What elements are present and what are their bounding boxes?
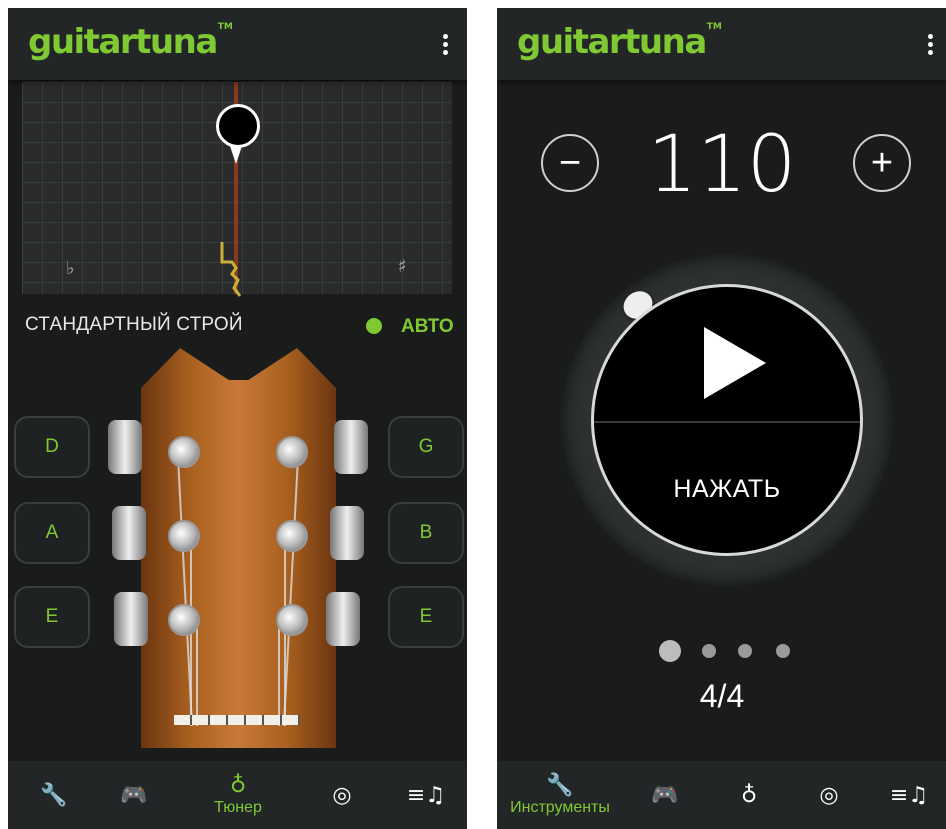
app-bar: guitartunaTM xyxy=(497,8,946,80)
string-button-a[interactable]: A xyxy=(14,502,90,564)
bpm-value: 110 xyxy=(647,120,797,210)
tuner-pin-icon: ♁ xyxy=(740,783,758,808)
nav-songs[interactable]: ≡♫ xyxy=(879,761,939,829)
auto-toggle[interactable]: АВТО xyxy=(401,316,454,338)
sharp-symbol: ♯ xyxy=(398,256,407,277)
nav-tuner[interactable]: ♁ Тюнер xyxy=(194,761,282,829)
tuning-peg xyxy=(276,604,308,636)
string xyxy=(278,628,280,726)
string-button-e-low[interactable]: E xyxy=(14,586,90,648)
tuning-key xyxy=(326,592,360,646)
bottom-nav: 🔧 Инструменты 🎮 ♁ ◎ ≡♫ xyxy=(497,761,946,829)
auto-indicator-icon xyxy=(366,318,382,334)
nav-tools[interactable]: 🔧 xyxy=(24,761,84,829)
divider xyxy=(594,421,860,423)
tuning-row: СТАНДАРТНЫЙ СТРОЙ АВТО xyxy=(8,296,467,344)
string-button-e-high[interactable]: E xyxy=(388,586,464,648)
string-button-g[interactable]: G xyxy=(388,416,464,478)
nav-tools[interactable]: 🔧 Инструменты xyxy=(501,761,619,829)
string xyxy=(196,628,198,726)
wrench-icon: 🔧 xyxy=(40,783,68,808)
guitar-nut xyxy=(174,715,300,725)
tuner-pin-icon: ♁ xyxy=(229,773,247,798)
beat-indicator xyxy=(738,644,752,658)
nav-songs[interactable]: ≡♫ xyxy=(396,761,456,829)
tuning-peg xyxy=(168,436,200,468)
gamepad-icon: 🎮 xyxy=(651,783,679,808)
beat-indicator-active xyxy=(659,640,681,662)
tuning-name[interactable]: СТАНДАРТНЫЙ СТРОЙ xyxy=(25,314,243,336)
tuning-key xyxy=(108,420,142,474)
metronome-screen: guitartunaTM − 110 + НАЖАТЬ 4/4 🔧 Инстру… xyxy=(497,8,946,829)
tuning-peg xyxy=(276,520,308,552)
app-logo: guitartunaTM xyxy=(28,22,233,62)
nav-games[interactable]: 🎮 xyxy=(635,761,695,829)
tap-tempo-button[interactable]: НАЖАТЬ xyxy=(594,475,860,504)
metronome-control: НАЖАТЬ xyxy=(591,284,863,556)
song-list-icon: ≡♫ xyxy=(406,783,446,808)
nav-games[interactable]: 🎮 xyxy=(104,761,164,829)
beat-indicator xyxy=(776,644,790,658)
tuning-peg xyxy=(276,436,308,468)
nav-tuner[interactable]: ♁ xyxy=(719,761,779,829)
fingerprint-icon: ◎ xyxy=(819,783,839,808)
tuner-screen: guitartunaTM ♭ ♯ СТАНДАРТНЫЙ СТРОЙ АВТО … xyxy=(8,8,467,829)
nav-tuner-label: Тюнер xyxy=(214,799,262,816)
flat-symbol: ♭ xyxy=(66,258,75,279)
tuning-key xyxy=(114,592,148,646)
tuning-key xyxy=(334,420,368,474)
string-button-d[interactable]: D xyxy=(14,416,90,478)
app-bar: guitartunaTM xyxy=(8,8,467,80)
play-icon[interactable] xyxy=(704,327,766,399)
nav-tools-label: Инструменты xyxy=(510,799,610,816)
song-list-icon: ≡♫ xyxy=(889,783,929,808)
tuning-key xyxy=(112,506,146,560)
wrench-icon: 🔧 xyxy=(546,773,574,798)
nav-fingerprint[interactable]: ◎ xyxy=(312,761,372,829)
increase-bpm-button[interactable]: + xyxy=(853,134,911,192)
decrease-bpm-button[interactable]: − xyxy=(541,134,599,192)
pitch-wave-icon xyxy=(220,242,242,297)
nav-fingerprint[interactable]: ◎ xyxy=(799,761,859,829)
overflow-menu-icon[interactable] xyxy=(435,34,455,58)
gamepad-icon: 🎮 xyxy=(120,783,148,808)
overflow-menu-icon[interactable] xyxy=(920,34,940,58)
fingerprint-icon: ◎ xyxy=(332,783,352,808)
beat-indicator xyxy=(702,644,716,658)
guitar-headstock xyxy=(141,348,336,748)
string-button-b[interactable]: B xyxy=(388,502,464,564)
tuning-key xyxy=(330,506,364,560)
tuning-peg xyxy=(168,520,200,552)
tuner-needle xyxy=(216,104,260,148)
bottom-nav: 🔧 🎮 ♁ Тюнер ◎ ≡♫ xyxy=(8,761,467,829)
time-signature[interactable]: 4/4 xyxy=(647,678,797,715)
tuning-peg xyxy=(168,604,200,636)
app-logo: guitartunaTM xyxy=(517,22,722,62)
